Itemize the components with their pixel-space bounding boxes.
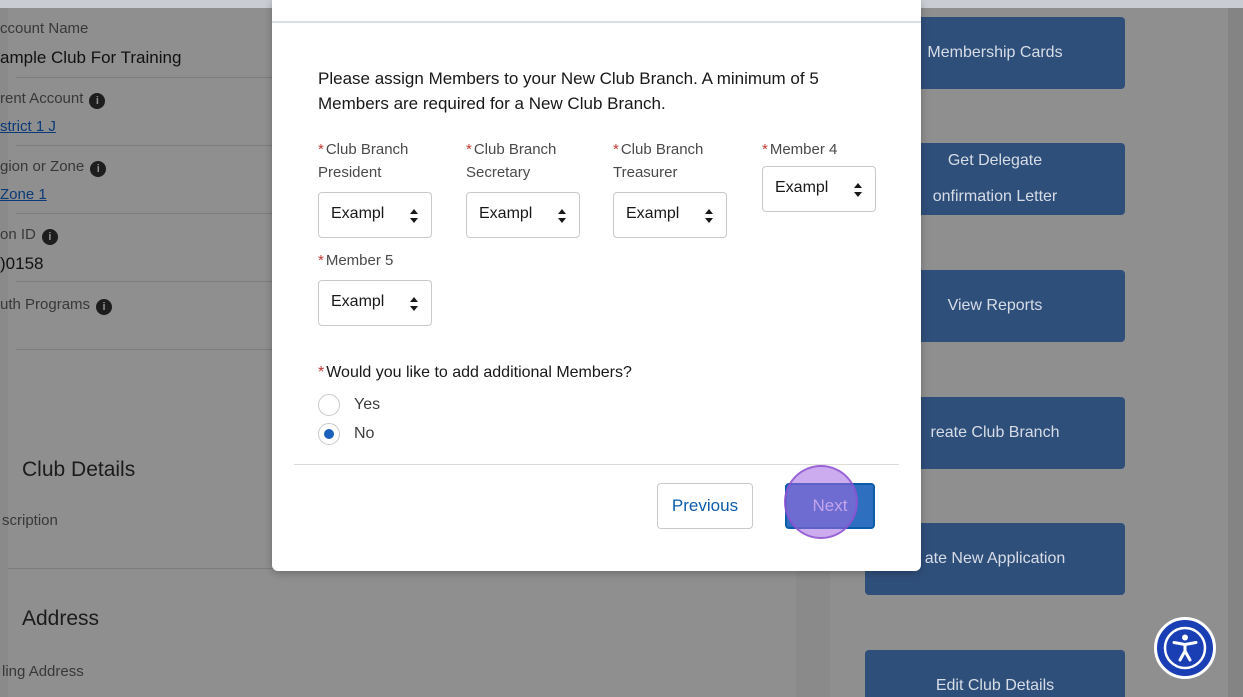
section-title-club-details: Club Details bbox=[22, 458, 136, 481]
field-region-zone: gion or Zone i Zone 1 bbox=[0, 146, 316, 214]
member-5-select[interactable]: Exampl bbox=[318, 280, 432, 326]
info-icon[interactable]: i bbox=[90, 161, 107, 177]
up-down-arrows-icon bbox=[705, 209, 713, 223]
select-label: Club Branch President bbox=[318, 141, 409, 181]
radio-option-no[interactable]: No bbox=[318, 423, 374, 445]
modal-instructions: Please assign Members to your New Club B… bbox=[318, 69, 819, 113]
select-value: Exampl bbox=[626, 205, 680, 222]
field-label: rent Account bbox=[0, 90, 84, 107]
info-icon[interactable]: i bbox=[96, 299, 113, 315]
radio-yes[interactable] bbox=[318, 394, 340, 416]
modal-header-divider bbox=[272, 21, 921, 23]
accessibility-button[interactable] bbox=[1154, 617, 1216, 679]
up-down-arrows-icon bbox=[854, 183, 862, 197]
modal-footer-divider bbox=[294, 464, 899, 465]
section-field-mailing-address: ling Address bbox=[2, 663, 84, 680]
required-marker: * bbox=[466, 141, 472, 158]
radio-label: No bbox=[354, 425, 375, 442]
select-group-president: * Club Branch President Exampl bbox=[318, 138, 453, 238]
field-label: gion or Zone bbox=[0, 158, 85, 175]
field-youth-programs: uth Programs i bbox=[0, 282, 316, 350]
field-id: on ID i )0158 bbox=[0, 214, 316, 282]
next-button[interactable]: Next bbox=[785, 483, 875, 529]
new-club-branch-modal: Please assign Members to your New Club B… bbox=[272, 0, 921, 571]
field-value: ample Club For Training bbox=[0, 48, 182, 67]
up-down-arrows-icon bbox=[558, 209, 566, 223]
info-icon[interactable]: i bbox=[89, 93, 106, 109]
required-marker: * bbox=[318, 252, 324, 269]
select-label: Club Branch Secretary bbox=[466, 141, 557, 181]
select-value: Exampl bbox=[775, 179, 829, 196]
field-parent-account: rent Account i strict 1 J bbox=[0, 78, 316, 146]
select-group-treasurer: * Club Branch Treasurer Exampl bbox=[613, 138, 748, 238]
radio-label: Yes bbox=[354, 396, 381, 413]
section-title-address: Address bbox=[22, 607, 100, 630]
select-label: Member 5 bbox=[325, 252, 394, 269]
required-marker: * bbox=[318, 141, 324, 158]
select-group-member-4: * Member 4 Exampl bbox=[762, 138, 897, 212]
select-value: Exampl bbox=[331, 293, 385, 310]
up-down-arrows-icon bbox=[410, 297, 418, 311]
select-label: Member 4 bbox=[769, 141, 838, 158]
field-value: )0158 bbox=[0, 254, 44, 273]
required-marker: * bbox=[613, 141, 619, 158]
field-label: on ID bbox=[0, 226, 36, 243]
radio-option-yes[interactable]: Yes bbox=[318, 394, 380, 416]
select-label: Club Branch Treasurer bbox=[613, 141, 704, 181]
previous-button[interactable]: Previous bbox=[657, 483, 753, 529]
radio-no[interactable] bbox=[318, 423, 340, 445]
secretary-select[interactable]: Exampl bbox=[466, 192, 580, 238]
member-4-select[interactable]: Exampl bbox=[762, 166, 876, 212]
required-marker: * bbox=[318, 364, 325, 381]
additional-members-question: * Would you like to add additional Member… bbox=[318, 364, 632, 381]
accessibility-icon bbox=[1163, 626, 1207, 670]
select-group-secretary: * Club Branch Secretary Exampl bbox=[466, 138, 601, 238]
parent-account-link[interactable]: strict 1 J bbox=[0, 118, 56, 135]
field-label: uth Programs bbox=[0, 296, 91, 313]
required-marker: * bbox=[762, 141, 768, 158]
section-field-description: scription bbox=[2, 512, 58, 529]
field-label: ccount Name bbox=[0, 20, 89, 37]
select-value: Exampl bbox=[479, 205, 533, 222]
zone-link[interactable]: Zone 1 bbox=[0, 186, 47, 203]
page-scroll-edge bbox=[1228, 8, 1243, 697]
treasurer-select[interactable]: Exampl bbox=[613, 192, 727, 238]
up-down-arrows-icon bbox=[410, 209, 418, 223]
edit-club-details-button[interactable]: Edit Club Details bbox=[865, 650, 1125, 697]
president-select[interactable]: Exampl bbox=[318, 192, 432, 238]
select-group-member-5: * Member 5 Exampl bbox=[318, 249, 453, 326]
select-value: Exampl bbox=[331, 205, 385, 222]
field-account-name: ccount Name ample Club For Training bbox=[0, 8, 316, 78]
info-icon[interactable]: i bbox=[41, 229, 58, 245]
